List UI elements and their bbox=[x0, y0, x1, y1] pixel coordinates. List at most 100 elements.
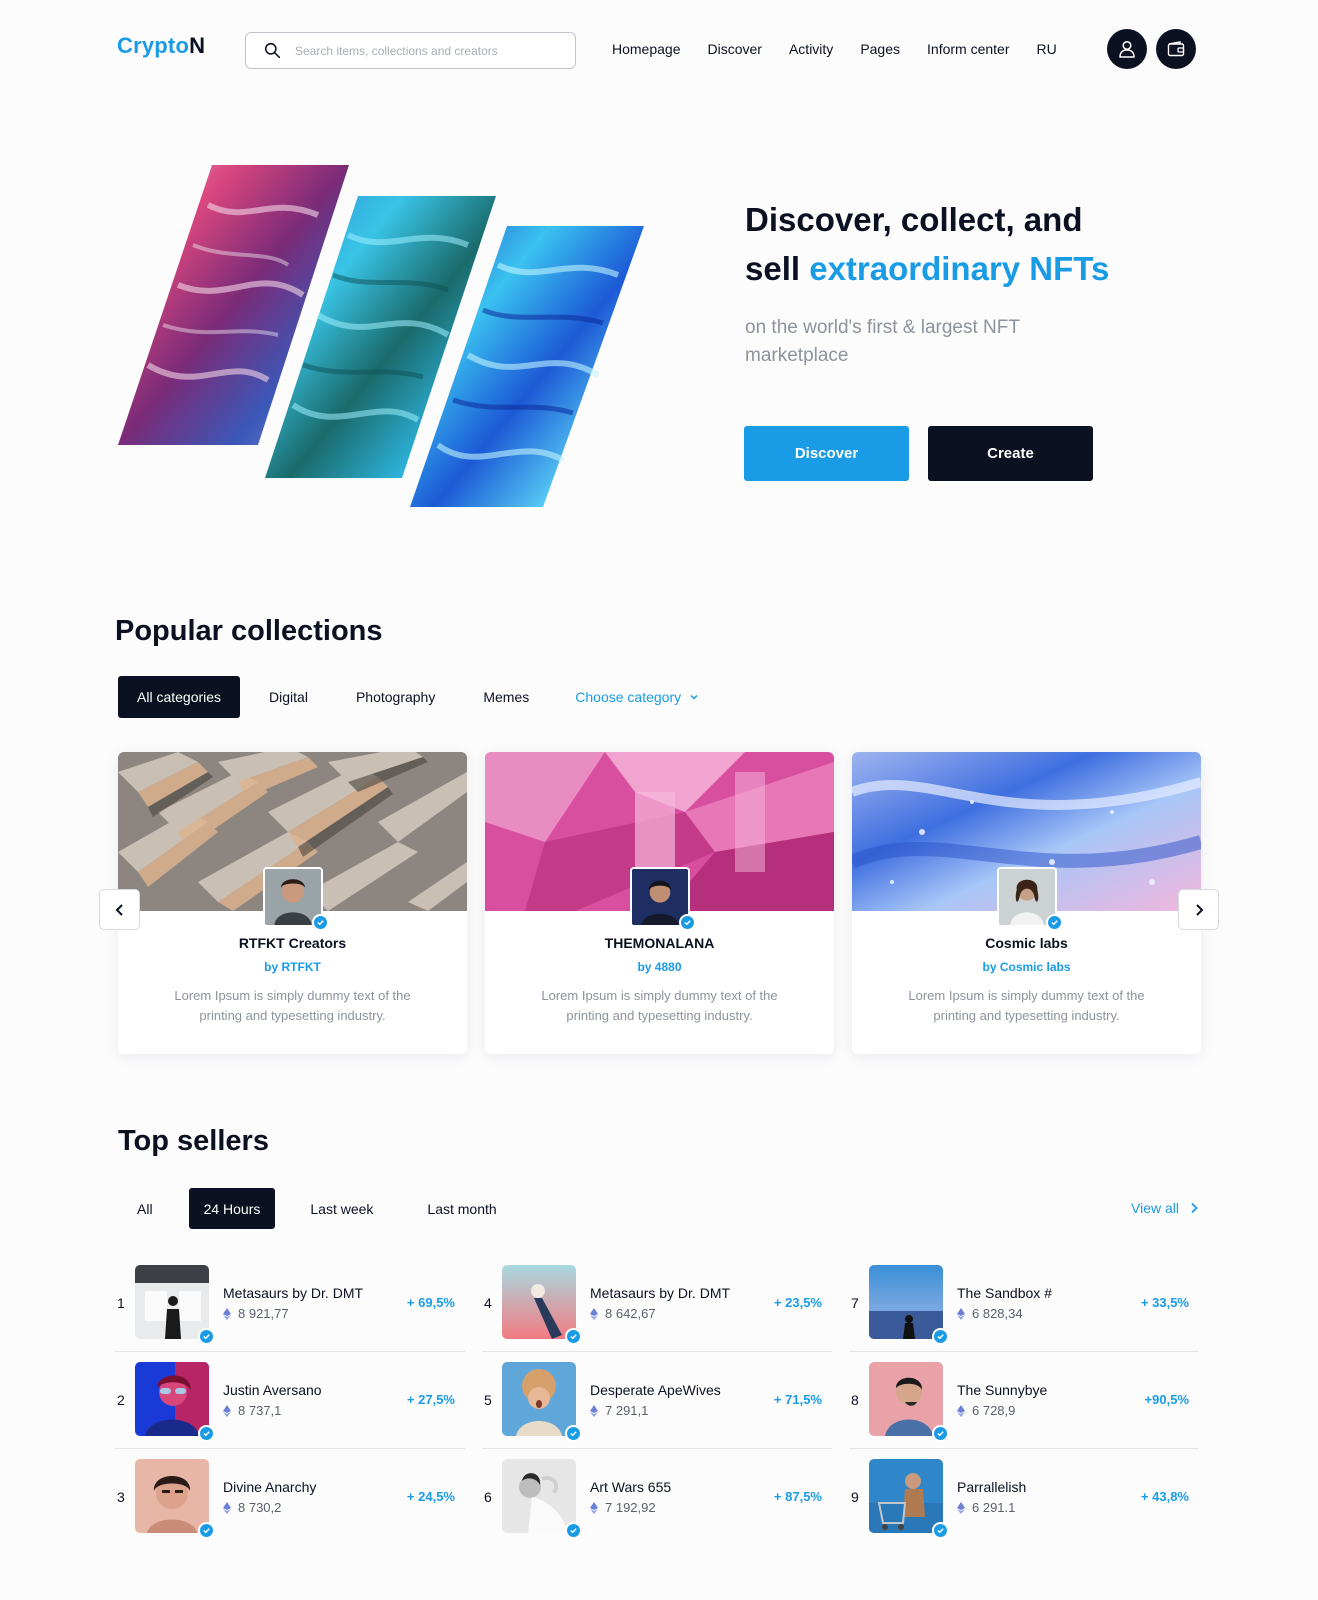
top-sellers-heading: Top sellers bbox=[118, 1125, 269, 1157]
seller-row[interactable]: 9 Parrallelish 6 291.1 + 43,8% bbox=[849, 1449, 1199, 1546]
seller-name: Metasaurs by Dr. DMT bbox=[223, 1285, 364, 1301]
seller-avatar[interactable] bbox=[135, 1459, 215, 1539]
seller-name: Art Wars 655 bbox=[590, 1479, 672, 1495]
seller-name: Metasaurs by Dr. DMT bbox=[590, 1285, 731, 1301]
seller-avatar[interactable] bbox=[502, 1459, 582, 1539]
search-icon bbox=[264, 42, 281, 59]
nav-language[interactable]: RU bbox=[1037, 41, 1057, 57]
verified-badge-icon bbox=[198, 1522, 215, 1539]
seller-rank: 2 bbox=[117, 1392, 125, 1408]
carousel-next-button[interactable] bbox=[1178, 889, 1219, 930]
collection-card[interactable]: RTFKT Creators by RTFKT Lorem Ipsum is s… bbox=[118, 752, 467, 1054]
seller-price: 8 737,1 bbox=[223, 1403, 281, 1418]
search-input[interactable] bbox=[295, 43, 545, 58]
card-author[interactable]: by 4880 bbox=[485, 960, 834, 974]
seller-price-value: 6 728,9 bbox=[972, 1403, 1016, 1418]
seller-rank: 8 bbox=[851, 1392, 859, 1408]
hero-title-accent: extraordinary NFTs bbox=[809, 250, 1110, 287]
verified-badge-icon bbox=[565, 1328, 582, 1345]
seller-change: + 87,5% bbox=[773, 1489, 822, 1504]
seller-row[interactable]: 5 Desperate ApeWives 7 291,1 + 71,5% bbox=[482, 1352, 832, 1449]
seller-row[interactable]: 1 Metasaurs by Dr. DMT 8 921,77 + 69,5% bbox=[115, 1255, 465, 1352]
profile-button[interactable] bbox=[1107, 29, 1147, 69]
hero-artwork bbox=[118, 165, 644, 507]
seller-change: + 69,5% bbox=[406, 1295, 455, 1310]
create-button[interactable]: Create bbox=[928, 426, 1093, 481]
seller-avatar[interactable] bbox=[135, 1362, 215, 1442]
creator-avatar[interactable] bbox=[630, 867, 696, 931]
tab-all[interactable]: All bbox=[118, 1188, 168, 1229]
tab-memes[interactable]: Memes bbox=[464, 676, 548, 718]
seller-price: 8 921,77 bbox=[223, 1306, 289, 1321]
choose-category-dropdown[interactable]: Choose category bbox=[556, 676, 718, 718]
seller-avatar[interactable] bbox=[869, 1459, 949, 1539]
nav-activity[interactable]: Activity bbox=[789, 41, 833, 57]
chevron-down-icon bbox=[690, 694, 698, 700]
tab-24-hours[interactable]: 24 Hours bbox=[188, 1188, 276, 1229]
main-nav: Homepage Discover Activity Pages Inform … bbox=[612, 41, 1057, 57]
collection-carousel: RTFKT Creators by RTFKT Lorem Ipsum is s… bbox=[118, 752, 1201, 1054]
seller-rank: 1 bbox=[117, 1295, 125, 1311]
tab-all-categories[interactable]: All categories bbox=[118, 676, 241, 718]
ethereum-icon bbox=[223, 1501, 231, 1514]
seller-change: + 43,8% bbox=[1140, 1489, 1189, 1504]
ethereum-icon bbox=[957, 1501, 965, 1514]
seller-name: The Sunnybye bbox=[957, 1382, 1048, 1398]
carousel-prev-button[interactable] bbox=[99, 889, 140, 930]
logo-part1: Crypto bbox=[117, 33, 190, 58]
card-description: Lorem Ipsum is simply dummy text of the … bbox=[908, 988, 1145, 1023]
creator-avatar[interactable] bbox=[263, 867, 329, 931]
seller-row[interactable]: 6 Art Wars 655 7 192,92 + 87,5% bbox=[482, 1449, 832, 1546]
nav-pages[interactable]: Pages bbox=[860, 41, 900, 57]
collection-card[interactable]: THEMONALANA by 4880 Lorem Ipsum is simpl… bbox=[485, 752, 834, 1054]
seller-avatar[interactable] bbox=[869, 1265, 949, 1345]
tab-last-week[interactable]: Last week bbox=[295, 1188, 388, 1229]
seller-name: Desperate ApeWives bbox=[590, 1382, 721, 1398]
seller-price: 7 192,92 bbox=[590, 1500, 656, 1515]
nav-inform-center[interactable]: Inform center bbox=[927, 41, 1009, 57]
chevron-left-icon bbox=[115, 903, 123, 916]
seller-row[interactable]: 7 The Sandbox # 6 828,34 + 33,5% bbox=[849, 1255, 1199, 1352]
seller-rank: 4 bbox=[484, 1295, 492, 1311]
verified-badge-icon bbox=[679, 914, 696, 931]
search-box[interactable] bbox=[245, 32, 576, 69]
tab-digital[interactable]: Digital bbox=[250, 676, 327, 718]
nav-discover[interactable]: Discover bbox=[708, 41, 762, 57]
ethereum-icon bbox=[590, 1501, 598, 1514]
seller-avatar[interactable] bbox=[502, 1362, 582, 1442]
tab-photography[interactable]: Photography bbox=[337, 676, 454, 718]
seller-row[interactable]: 4 Metasaurs by Dr. DMT 8 642,67 + 23,5% bbox=[482, 1255, 832, 1352]
card-author[interactable]: by Cosmic labs bbox=[852, 960, 1201, 974]
view-all-link[interactable]: View all bbox=[1131, 1200, 1199, 1216]
verified-badge-icon bbox=[565, 1425, 582, 1442]
seller-price-value: 8 642,67 bbox=[605, 1306, 656, 1321]
ethereum-icon bbox=[590, 1307, 598, 1320]
logo[interactable]: CryptoN bbox=[117, 33, 205, 59]
seller-row[interactable]: 3 Divine Anarchy 8 730,2 + 24,5% bbox=[115, 1449, 465, 1546]
creator-avatar[interactable] bbox=[997, 867, 1063, 931]
nav-homepage[interactable]: Homepage bbox=[612, 41, 681, 57]
card-author[interactable]: by RTFKT bbox=[118, 960, 467, 974]
seller-price-value: 8 730,2 bbox=[238, 1500, 282, 1515]
tab-last-month[interactable]: Last month bbox=[412, 1188, 511, 1229]
seller-avatar[interactable] bbox=[502, 1265, 582, 1345]
ethereum-icon bbox=[223, 1307, 231, 1320]
verified-badge-icon bbox=[198, 1425, 215, 1442]
seller-row[interactable]: 8 The Sunnybye 6 728,9 +90,5% bbox=[849, 1352, 1199, 1449]
category-tabs: All categories Digital Photography Memes… bbox=[118, 676, 718, 718]
ethereum-icon bbox=[590, 1404, 598, 1417]
verified-badge-icon bbox=[1046, 914, 1063, 931]
hero-title-word: sell bbox=[745, 250, 801, 287]
collection-card[interactable]: Cosmic labs by Cosmic labs Lorem Ipsum i… bbox=[852, 752, 1201, 1054]
seller-avatar[interactable] bbox=[869, 1362, 949, 1442]
discover-button[interactable]: Discover bbox=[744, 426, 909, 481]
seller-rank: 5 bbox=[484, 1392, 492, 1408]
seller-price-value: 7 192,92 bbox=[605, 1500, 656, 1515]
wallet-button[interactable] bbox=[1156, 29, 1196, 69]
seller-row[interactable]: 2 Justin Aversano 8 737,1 + 27,5% bbox=[115, 1352, 465, 1449]
seller-price-value: 6 828,34 bbox=[972, 1306, 1023, 1321]
popular-collections-heading: Popular collections bbox=[115, 615, 383, 647]
seller-avatar[interactable] bbox=[135, 1265, 215, 1345]
top-sellers-list: 1 Metasaurs by Dr. DMT 8 921,77 + 69,5% … bbox=[115, 1255, 1202, 1555]
ethereum-icon bbox=[957, 1404, 965, 1417]
